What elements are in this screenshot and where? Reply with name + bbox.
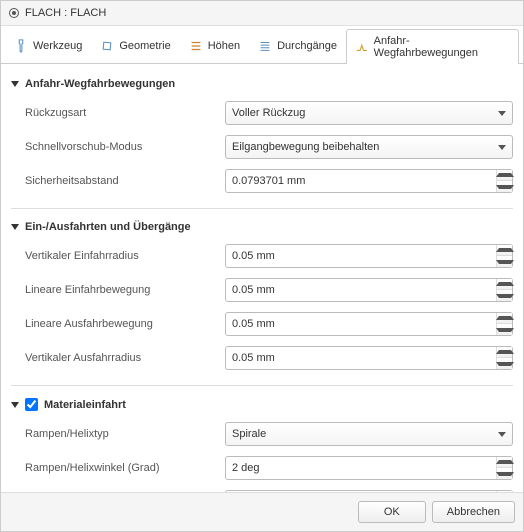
- footer: OK Abbrechen: [1, 492, 523, 531]
- tab-tool[interactable]: Werkzeug: [5, 28, 91, 63]
- ramp-angle-label: Rampen/Helixwinkel (Grad): [25, 462, 225, 474]
- spin-up[interactable]: [497, 279, 512, 290]
- spin-up[interactable]: [497, 457, 512, 468]
- tab-geometry[interactable]: Geometrie: [91, 28, 179, 63]
- section-linking: Anfahr-Wegfahrbewegungen Rückzugsart Vol…: [11, 72, 513, 198]
- app-icon: [9, 8, 19, 18]
- ramp-enable-checkbox[interactable]: [25, 398, 38, 411]
- lin-leadin-label: Lineare Einfahrbewegung: [25, 284, 225, 296]
- tab-linking[interactable]: Anfahr-Wegfahrbewegungen: [346, 29, 519, 64]
- spinner-value: 0.05 mm: [226, 250, 496, 262]
- tab-heights[interactable]: Höhen: [180, 28, 249, 63]
- chevron-down-icon: [498, 111, 506, 116]
- vert-leadin-input[interactable]: 0.05 mm: [225, 244, 513, 268]
- section-transitions: Ein-/Ausfahrten und Übergänge Vertikaler…: [11, 215, 513, 375]
- feedmode-dropdown[interactable]: Eilgangbewegung beibehalten: [225, 135, 513, 159]
- spin-down[interactable]: [497, 290, 512, 301]
- geometry-icon: [100, 39, 114, 53]
- section-title: Ein-/Ausfahrten und Übergänge: [25, 221, 191, 233]
- chevron-down-icon: [11, 81, 19, 87]
- tab-label: Durchgänge: [277, 40, 337, 52]
- spin-up[interactable]: [497, 245, 512, 256]
- passes-icon: [258, 39, 272, 53]
- chevron-down-icon: [11, 224, 19, 230]
- divider: [11, 385, 513, 386]
- divider: [11, 208, 513, 209]
- titlebar: FLACH : FLACH: [1, 1, 523, 26]
- chevron-down-icon: [498, 432, 506, 437]
- spinner-value: 0.05 mm: [226, 352, 496, 364]
- section-header[interactable]: Anfahr-Wegfahrbewegungen: [11, 72, 513, 96]
- heights-icon: [189, 39, 203, 53]
- spin-up[interactable]: [497, 170, 512, 181]
- tab-bar: Werkzeug Geometrie Höhen Durchgänge Anfa…: [1, 26, 523, 64]
- spin-up[interactable]: [497, 313, 512, 324]
- spin-up[interactable]: [497, 347, 512, 358]
- spin-down[interactable]: [497, 324, 512, 335]
- vert-leadout-input[interactable]: 0.05 mm: [225, 346, 513, 370]
- ramp-type-dropdown[interactable]: Spirale: [225, 422, 513, 446]
- tab-label: Höhen: [208, 40, 240, 52]
- content-area: Anfahr-Wegfahrbewegungen Rückzugsart Vol…: [1, 64, 523, 492]
- dropdown-value: Eilgangbewegung beibehalten: [232, 141, 379, 153]
- dropdown-value: Voller Rückzug: [232, 107, 305, 119]
- section-header[interactable]: Materialeinfahrt: [11, 392, 513, 417]
- cancel-button[interactable]: Abbrechen: [432, 501, 515, 523]
- spinner-value: 0.05 mm: [226, 284, 496, 296]
- lin-leadin-input[interactable]: 0.05 mm: [225, 278, 513, 302]
- safe-distance-input[interactable]: 0.0793701 mm: [225, 169, 513, 193]
- spinner-value: 2 deg: [226, 462, 496, 474]
- spin-down[interactable]: [497, 256, 512, 267]
- tab-passes[interactable]: Durchgänge: [249, 28, 346, 63]
- vert-leadout-label: Vertikaler Ausfahrradius: [25, 352, 225, 364]
- lin-leadout-label: Lineare Ausfahrbewegung: [25, 318, 225, 330]
- chevron-down-icon: [11, 402, 19, 408]
- spinner-value: 0.0793701 mm: [226, 175, 496, 187]
- retract-label: Rückzugsart: [25, 107, 225, 119]
- spinner-value: 0.05 mm: [226, 318, 496, 330]
- dialog: FLACH : FLACH Werkzeug Geometrie Höhen D…: [0, 0, 524, 532]
- lin-leadout-input[interactable]: 0.05 mm: [225, 312, 513, 336]
- section-title: Materialeinfahrt: [44, 399, 126, 411]
- spin-down[interactable]: [497, 358, 512, 369]
- ok-button[interactable]: OK: [358, 501, 426, 523]
- linking-icon: [355, 40, 369, 54]
- chevron-down-icon: [498, 145, 506, 150]
- section-header[interactable]: Ein-/Ausfahrten und Übergänge: [11, 215, 513, 239]
- dropdown-value: Spirale: [232, 428, 266, 440]
- section-title: Anfahr-Wegfahrbewegungen: [25, 78, 175, 90]
- retract-dropdown[interactable]: Voller Rückzug: [225, 101, 513, 125]
- safe-distance-label: Sicherheitsabstand: [25, 175, 225, 187]
- spin-down[interactable]: [497, 181, 512, 192]
- feedmode-label: Schnellvorschub-Modus: [25, 141, 225, 153]
- spin-down[interactable]: [497, 468, 512, 479]
- section-ramp: Materialeinfahrt Rampen/Helixtyp Spirale…: [11, 392, 513, 492]
- ramp-type-label: Rampen/Helixtyp: [25, 428, 225, 440]
- tab-label: Anfahr-Wegfahrbewegungen: [374, 35, 510, 59]
- vert-leadin-label: Vertikaler Einfahrradius: [25, 250, 225, 262]
- tab-label: Werkzeug: [33, 40, 82, 52]
- tab-label: Geometrie: [119, 40, 170, 52]
- window-title: FLACH : FLACH: [25, 7, 106, 19]
- ramp-angle-input[interactable]: 2 deg: [225, 456, 513, 480]
- tool-icon: [14, 39, 28, 53]
